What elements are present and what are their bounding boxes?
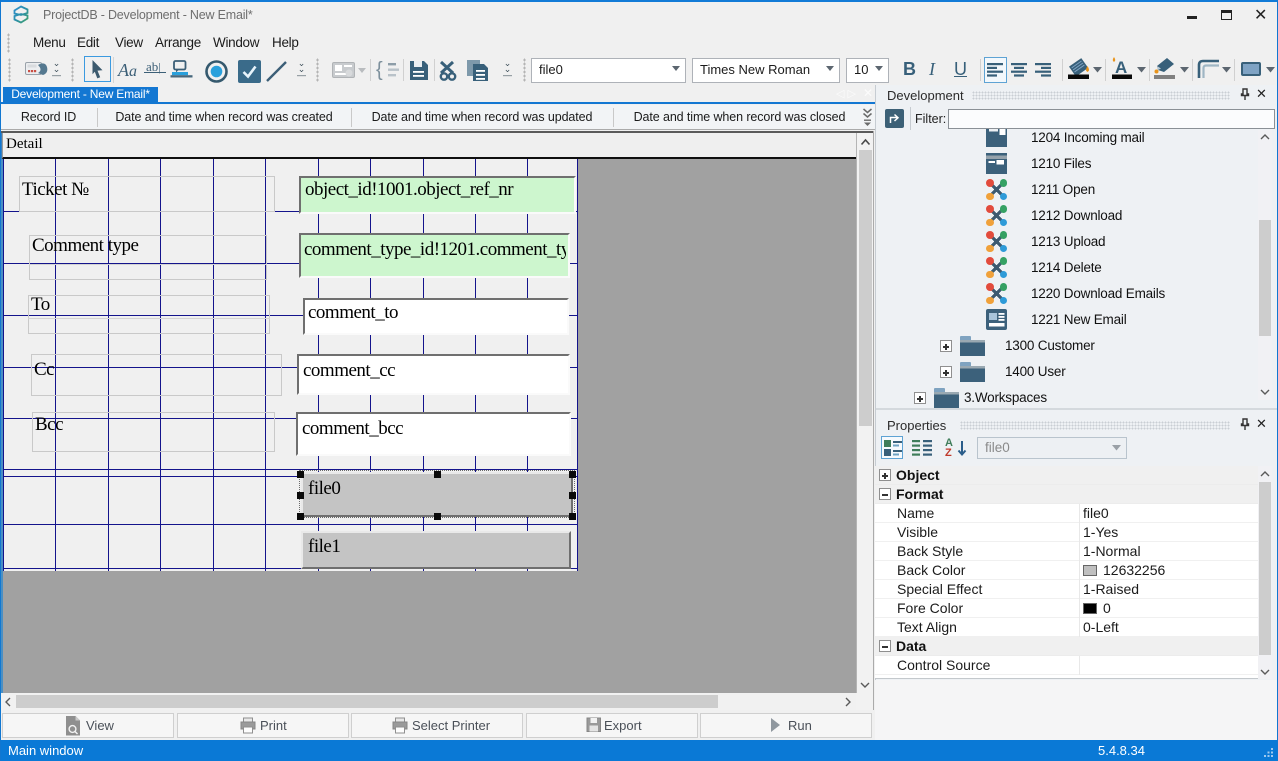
svg-text:{: { bbox=[376, 59, 383, 81]
svg-text:A: A bbox=[1115, 58, 1127, 77]
